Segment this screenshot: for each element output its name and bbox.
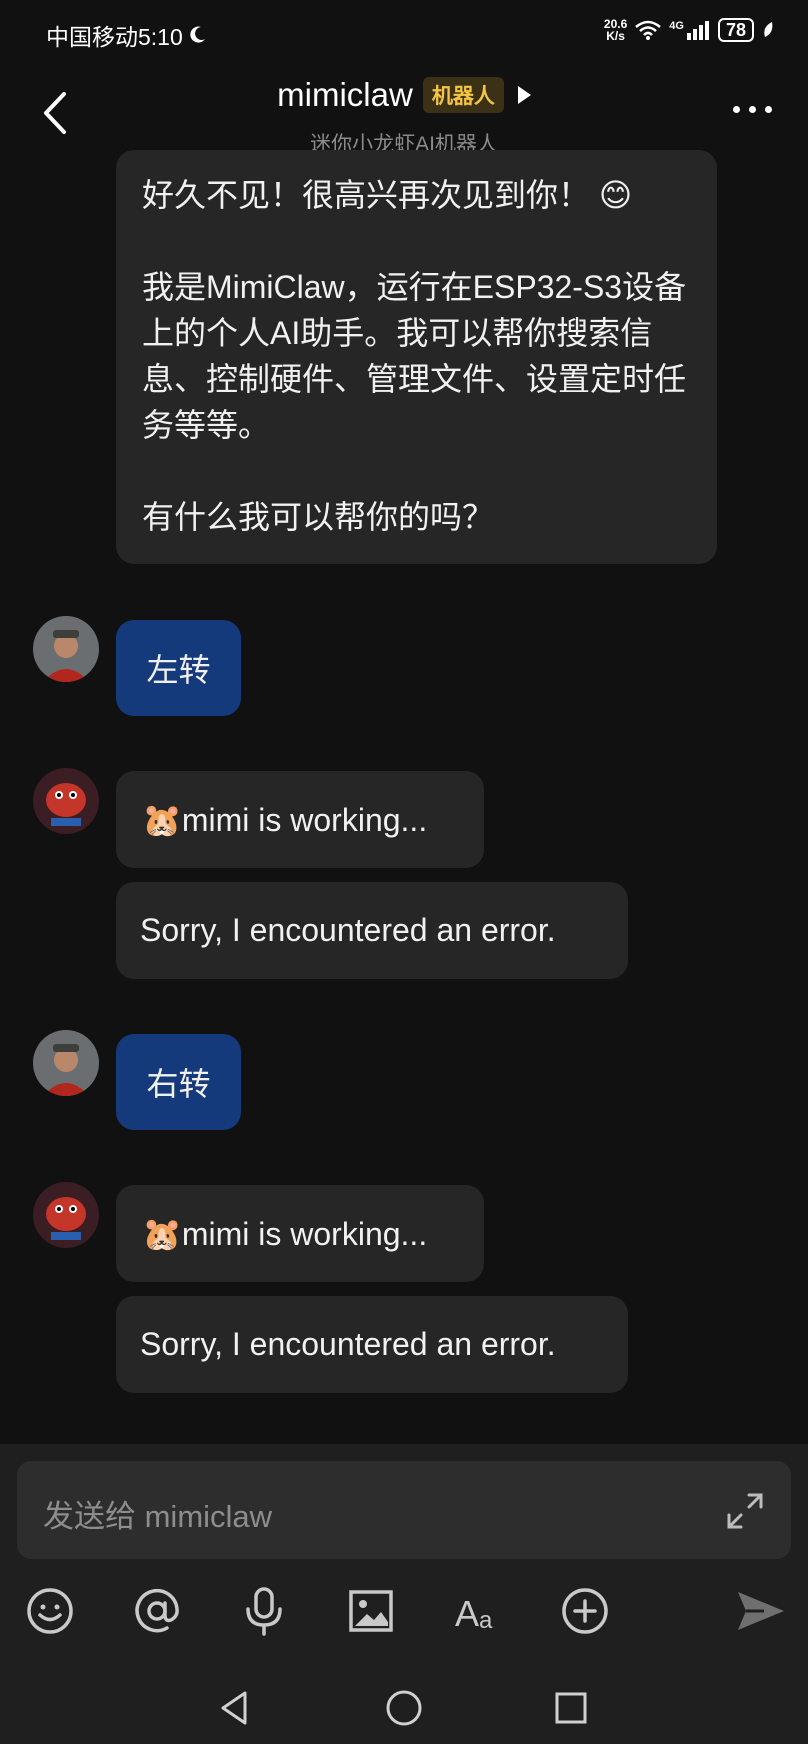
expand-icon[interactable] (725, 1491, 765, 1531)
network-type: 4G (669, 20, 684, 32)
bot-intro-message: 好久不见！很高兴再次见到你！ 😊 我是MimiClaw，运行在ESP32-S3设… (116, 150, 717, 564)
add-icon[interactable] (558, 1584, 612, 1638)
moon-icon (190, 26, 205, 43)
chat-title: mimiclaw (277, 76, 413, 113)
home-circle-icon[interactable] (384, 1688, 424, 1728)
image-icon[interactable] (344, 1584, 398, 1638)
user-message[interactable]: 左转 (116, 620, 241, 716)
bot-avatar[interactable] (33, 1182, 99, 1248)
status-bar: 中国移动5:10 20.6 K/s 4G 78 (0, 0, 808, 66)
net-speed: 20.6 K/s (603, 17, 628, 43)
input-placeholder: 发送给 mimiclaw (43, 1499, 273, 1534)
wifi-icon (635, 20, 662, 40)
composer-toolbar: A a (0, 1584, 808, 1650)
leaf-icon (764, 22, 773, 37)
chat-header: mimiclaw 机器人 迷你小龙虾AI机器人 (0, 66, 808, 162)
more-options-icon[interactable] (733, 106, 772, 113)
user-message[interactable]: 右转 (116, 1034, 241, 1130)
microphone-icon[interactable] (237, 1584, 291, 1638)
bot-avatar[interactable] (33, 768, 99, 834)
svg-text:a: a (479, 1607, 493, 1634)
back-triangle-icon[interactable] (215, 1688, 255, 1728)
play-arrow-icon (517, 86, 531, 104)
message-input[interactable]: 发送给 mimiclaw (17, 1461, 791, 1559)
intro-line-2: 我是MimiClaw，运行在ESP32-S3设备上的个人AI助手。我可以帮你搜索… (142, 269, 687, 443)
recents-square-icon[interactable] (551, 1688, 591, 1728)
bot-status-message: 🐹mimi is working... (116, 1185, 484, 1282)
user-avatar[interactable] (33, 1030, 99, 1096)
bot-badge: 机器人 (422, 77, 504, 113)
carrier-time: 中国移动5:10 (46, 24, 183, 50)
text-format-icon[interactable]: A a (451, 1584, 507, 1638)
battery-indicator: 78 (717, 18, 754, 42)
send-icon[interactable] (734, 1584, 788, 1638)
system-nav-bar (0, 1680, 808, 1744)
intro-line-1: 好久不见！很高兴再次见到你！ 😊 (142, 177, 633, 213)
status-right: 20.6 K/s 4G 78 (604, 18, 774, 42)
bot-error-message: Sorry, I encountered an error. (116, 1296, 628, 1393)
status-left: 中国移动5:10 (46, 18, 207, 52)
title-row[interactable]: mimiclaw 机器人 (0, 76, 808, 114)
bot-error-message: Sorry, I encountered an error. (116, 882, 628, 979)
composer: 发送给 mimiclaw A a (0, 1444, 808, 1744)
signal-icon (686, 21, 709, 40)
bot-status-message: 🐹mimi is working... (116, 771, 484, 868)
user-avatar[interactable] (33, 616, 99, 682)
svg-text:A: A (455, 1593, 479, 1634)
mention-icon[interactable] (130, 1584, 184, 1638)
emoji-icon[interactable] (23, 1584, 77, 1638)
intro-line-3: 有什么我可以帮你的吗？ (142, 499, 495, 535)
